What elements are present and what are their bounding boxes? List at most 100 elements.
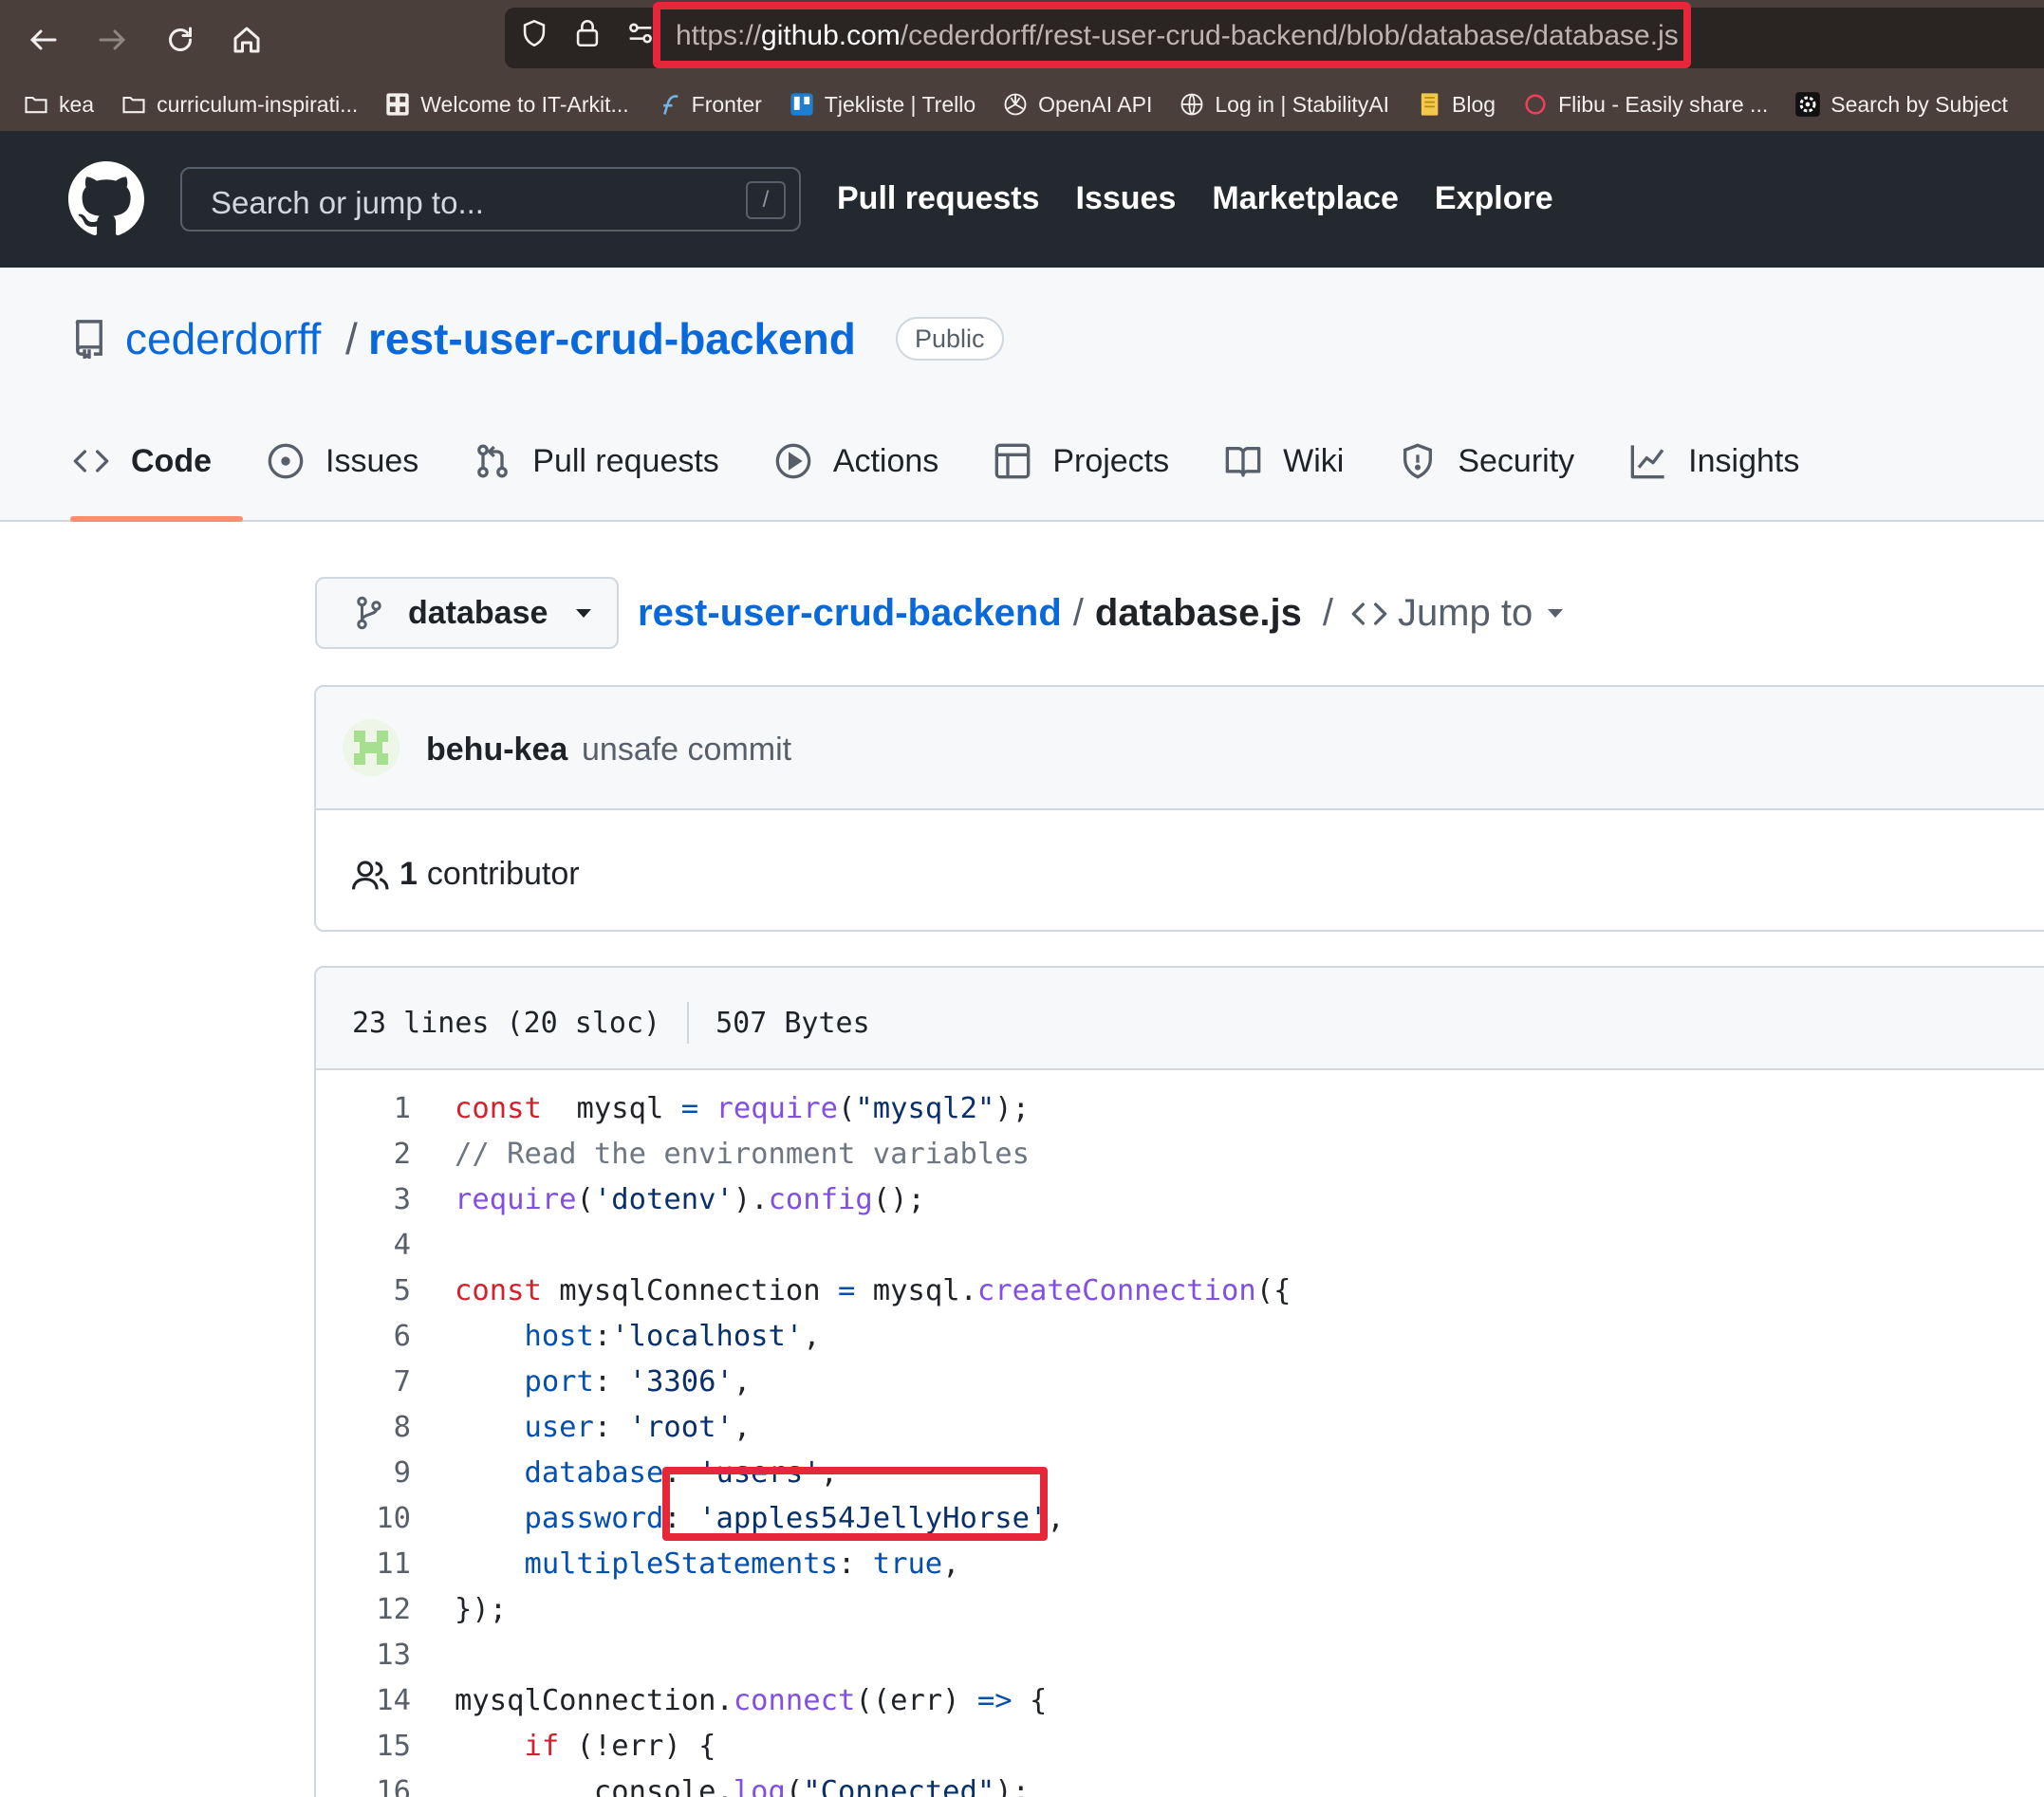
latest-commit-box: behu-kea unsafe commit 1 contributor (314, 685, 2044, 932)
line-content: console.log("Connected"); (455, 1775, 1030, 1797)
code-token: config (768, 1182, 873, 1216)
forward-arrow-icon (99, 29, 126, 50)
tab-label: Issues (325, 442, 419, 479)
code-token: , (1047, 1501, 1065, 1535)
tab-label: Code (131, 442, 212, 479)
branch-selector[interactable]: database (315, 577, 619, 649)
branch-name: database (408, 594, 548, 631)
home-button[interactable] (218, 11, 275, 68)
code-token: require (455, 1182, 577, 1216)
commit-message[interactable]: unsafe commit (582, 732, 791, 769)
chevron-down-icon (576, 608, 592, 618)
bookmark-stabilityai[interactable]: Log in | StabilityAI (1179, 91, 1389, 118)
nav-explore[interactable]: Explore (1435, 180, 1553, 217)
breadcrumb-repo-link[interactable]: rest-user-crud-backend (638, 592, 1062, 635)
bookmark-kea[interactable]: kea (23, 91, 94, 118)
avatar[interactable] (343, 719, 400, 776)
repo-name-link[interactable]: rest-user-crud-backend (368, 313, 856, 364)
bookmark-it-arkitektur[interactable]: Welcome to IT-Arkit... (384, 91, 629, 118)
commit-author-link[interactable]: behu-kea (426, 732, 567, 769)
tab-insights[interactable]: Insights (1629, 442, 1799, 480)
line-content: multipleStatements: true, (455, 1547, 959, 1581)
tracking-shield-icon[interactable] (518, 17, 550, 49)
breadcrumb-separator: / (1072, 592, 1084, 634)
line-content: port: '3306', (455, 1365, 751, 1399)
code-token: { (1012, 1683, 1048, 1717)
repo-tabs: Code Issues Pull requests Actions Projec… (72, 442, 1799, 480)
line-number[interactable]: 16 (316, 1775, 411, 1797)
bookmark-flibu[interactable]: Flibu - Easily share ... (1522, 91, 1768, 118)
github-header: Search or jump to... / Pull requests Iss… (0, 131, 2044, 268)
line-number[interactable]: 1 (316, 1092, 411, 1125)
code-token: "mysql2" (855, 1091, 995, 1125)
code-token: mysqlConnection. (455, 1683, 734, 1717)
line-number[interactable]: 2 (316, 1138, 411, 1171)
line-number[interactable]: 9 (316, 1456, 411, 1490)
home-icon (233, 27, 260, 53)
line-number[interactable]: 4 (316, 1229, 411, 1262)
line-number[interactable]: 15 (316, 1730, 411, 1763)
contributors[interactable]: 1 contributor (352, 856, 580, 893)
permissions-icon[interactable] (624, 17, 657, 49)
tab-security[interactable]: Security (1399, 442, 1574, 480)
reload-button[interactable] (152, 11, 209, 68)
bookmark-label: Log in | StabilityAI (1215, 91, 1390, 117)
code-token: connect (733, 1683, 856, 1717)
bookmark-trello[interactable]: Tjekliste | Trello (789, 91, 976, 118)
pull-request-icon (477, 444, 509, 478)
forward-button[interactable] (84, 11, 140, 68)
bookmark-openai[interactable]: OpenAI API (1002, 91, 1152, 118)
tab-pull-requests[interactable]: Pull requests (474, 442, 719, 480)
line-number[interactable]: 12 (316, 1593, 411, 1626)
line-number[interactable]: 7 (316, 1365, 411, 1399)
contributor-count: 1 (400, 856, 418, 892)
line-number[interactable]: 13 (316, 1639, 411, 1672)
jump-to-button[interactable]: Jump to (1350, 592, 1564, 635)
branch-icon (357, 596, 381, 630)
file-breadcrumb: rest-user-crud-backend / database.js / J… (638, 592, 1564, 635)
code-line: 8 user: 'root', (316, 1404, 2044, 1450)
line-number[interactable]: 10 (316, 1502, 411, 1535)
bookmark-blog[interactable]: Blog (1416, 91, 1496, 118)
code-token: = (680, 1091, 699, 1125)
bookmark-curriculum[interactable]: curriculum-inspirati... (121, 91, 358, 118)
tab-issues[interactable]: Issues (267, 442, 418, 480)
tab-wiki[interactable]: Wiki (1224, 442, 1344, 480)
lock-icon[interactable] (571, 17, 604, 49)
code-token: const (455, 1091, 542, 1125)
bookmark-search-by-subject[interactable]: Search by Subject (1794, 91, 2008, 118)
line-number[interactable]: 8 (316, 1411, 411, 1444)
gear-badge-icon (1794, 91, 1821, 118)
bookmark-label: Fronter (691, 91, 762, 117)
code-token: ); (994, 1774, 1031, 1797)
tab-code[interactable]: Code (72, 442, 212, 480)
code-token: (!err) { (559, 1729, 716, 1763)
nav-marketplace[interactable]: Marketplace (1212, 180, 1399, 217)
code-token: 'dotenv' (593, 1182, 734, 1216)
line-number[interactable]: 14 (316, 1684, 411, 1717)
line-number[interactable]: 6 (316, 1320, 411, 1353)
search-input[interactable]: Search or jump to... / (180, 167, 801, 232)
line-number[interactable]: 3 (316, 1183, 411, 1216)
repo-owner-link[interactable]: cederdorff (125, 313, 321, 364)
nav-issues[interactable]: Issues (1076, 180, 1177, 217)
code-token: log (733, 1774, 786, 1797)
bookmark-fronter[interactable]: Fronter (656, 91, 762, 118)
line-number[interactable]: 11 (316, 1547, 411, 1581)
tab-actions[interactable]: Actions (774, 442, 938, 480)
search-placeholder: Search or jump to... (211, 185, 484, 220)
people-icon (352, 860, 389, 890)
nav-pull-requests[interactable]: Pull requests (837, 180, 1040, 217)
repo-icon (75, 320, 102, 359)
line-number[interactable]: 5 (316, 1274, 411, 1307)
latest-commit-row: behu-kea unsafe commit (316, 687, 2044, 810)
trello-icon (789, 91, 815, 118)
line-content: host:'localhost', (455, 1320, 820, 1353)
tab-projects[interactable]: Projects (994, 442, 1169, 480)
back-button[interactable] (15, 11, 72, 68)
code-icon (1351, 602, 1387, 625)
github-logo-icon[interactable] (68, 161, 144, 237)
